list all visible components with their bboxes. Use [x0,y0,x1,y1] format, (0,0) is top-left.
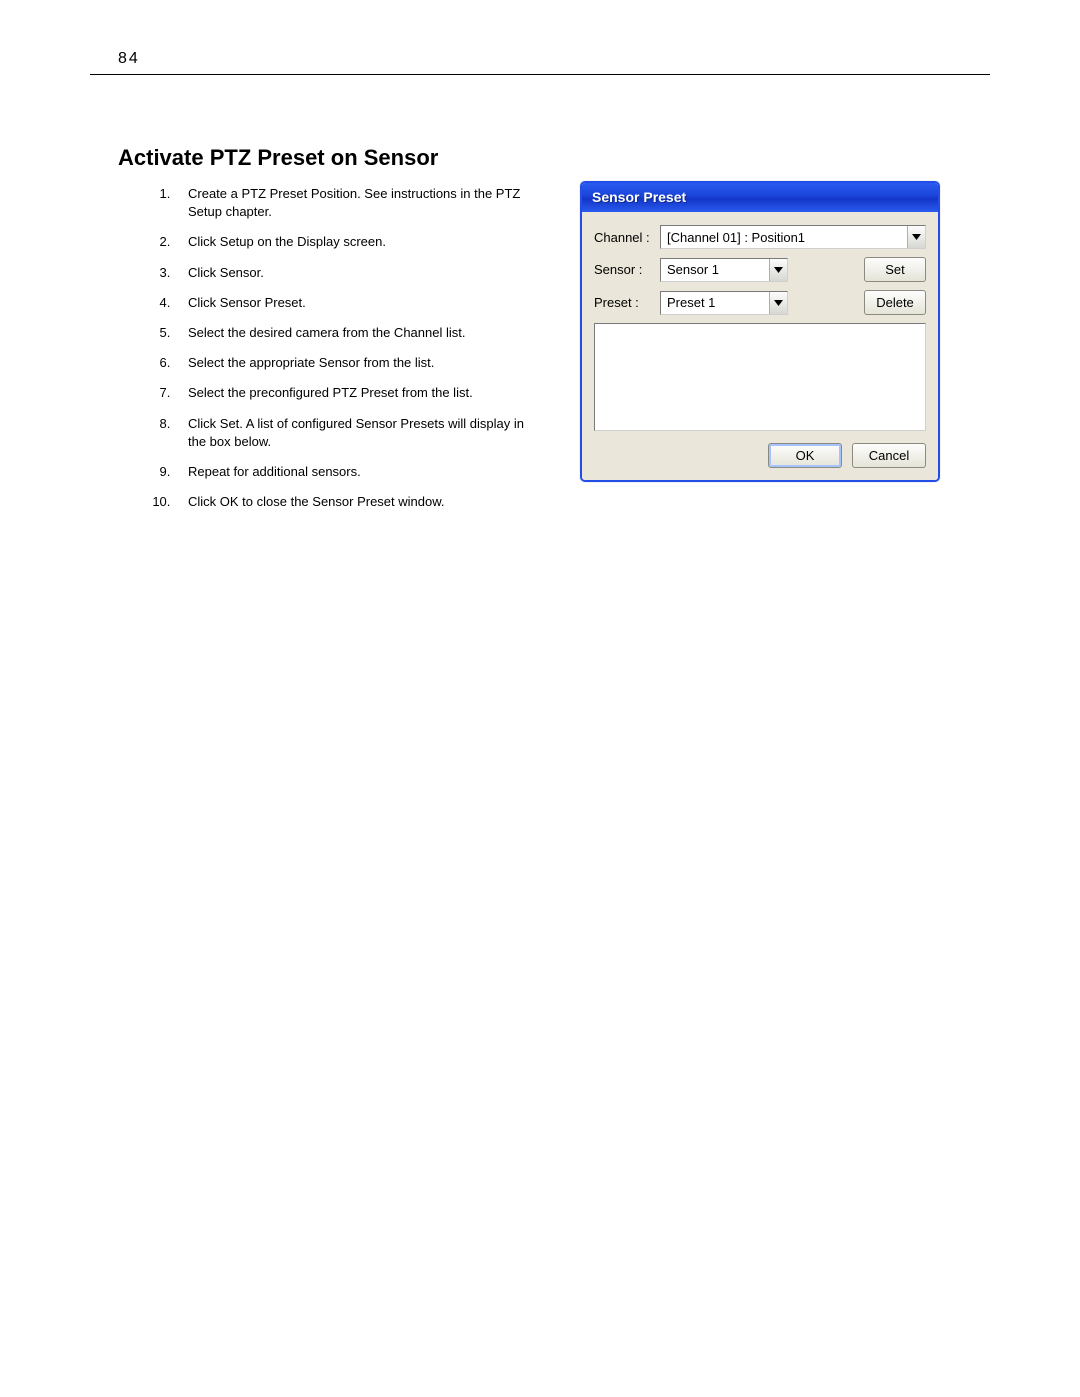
step-item: Select the preconfigured PTZ Preset from… [174,384,540,402]
sensor-preset-dialog: Sensor Preset Channel : [Channel 01] : P… [580,181,940,482]
step-item: Repeat for additional sensors. [174,463,540,481]
preset-value: Preset 1 [661,295,769,310]
sensor-combobox[interactable]: Sensor 1 [660,258,788,282]
sensor-label: Sensor : [594,262,660,277]
instruction-list: Create a PTZ Preset Position. See instru… [140,181,540,523]
step-item: Create a PTZ Preset Position. See instru… [174,185,540,221]
preset-combobox[interactable]: Preset 1 [660,291,788,315]
preset-label: Preset : [594,295,660,310]
step-item: Click Setup on the Display screen. [174,233,540,251]
set-button[interactable]: Set [864,257,926,282]
chevron-down-icon[interactable] [907,226,925,248]
delete-button[interactable]: Delete [864,290,926,315]
cancel-button[interactable]: Cancel [852,443,926,468]
chevron-down-icon[interactable] [769,292,787,314]
dialog-title: Sensor Preset [592,189,686,205]
ok-button[interactable]: OK [768,443,842,468]
channel-combobox[interactable]: [Channel 01] : Position1 [660,225,926,249]
chevron-down-icon[interactable] [769,259,787,281]
step-item: Click Sensor Preset. [174,294,540,312]
sensor-value: Sensor 1 [661,262,769,277]
step-item: Select the desired camera from the Chann… [174,324,540,342]
header-divider [90,74,990,75]
channel-label: Channel : [594,230,660,245]
section-heading: Activate PTZ Preset on Sensor [118,145,990,171]
step-item: Click Sensor. [174,264,540,282]
channel-value: [Channel 01] : Position1 [661,230,907,245]
step-item: Select the appropriate Sensor from the l… [174,354,540,372]
step-item: Click Set. A list of configured Sensor P… [174,415,540,451]
page-number: 84 [118,50,990,68]
step-item: Click OK to close the Sensor Preset wind… [174,493,540,511]
preset-listbox[interactable] [594,323,926,431]
dialog-titlebar[interactable]: Sensor Preset [582,183,938,212]
